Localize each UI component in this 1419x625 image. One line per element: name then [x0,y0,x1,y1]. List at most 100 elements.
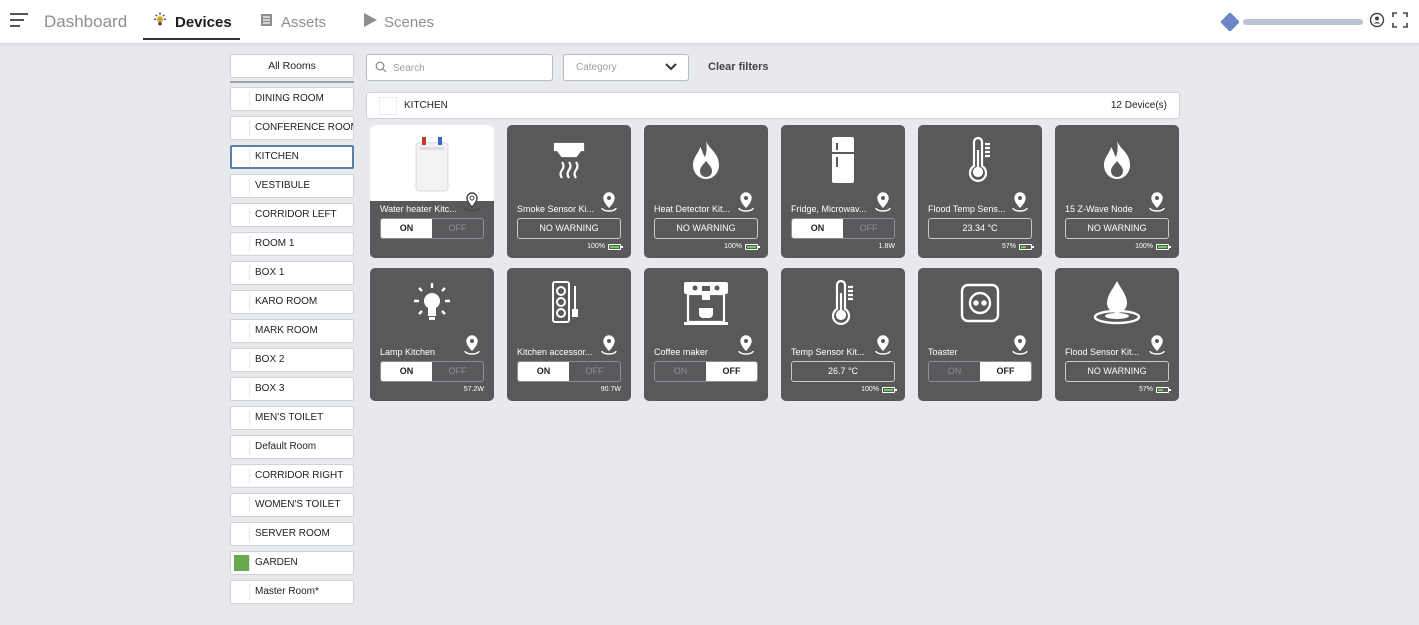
room-color-swatch [234,265,250,281]
device-meta: 57% [1002,243,1034,250]
power-toggle: ON OFF [380,218,484,239]
toggle-off-button[interactable]: OFF [569,362,620,381]
water-heater-icon [370,125,494,201]
room-item[interactable]: MEN'S TOILET [230,406,354,430]
location-pin-icon[interactable] [599,334,619,356]
hamburger-menu-icon[interactable] [10,13,28,29]
device-card[interactable]: 15 Z-Wave Node NO WARNING 100% [1055,125,1179,258]
room-item[interactable]: CORRIDOR LEFT [230,203,354,227]
toggle-on-button[interactable]: ON [929,362,980,381]
room-item[interactable]: BOX 3 [230,377,354,401]
room-header: KITCHEN 12 Device(s) [366,92,1180,119]
search-input[interactable] [393,59,543,77]
chevron-down-icon [665,63,677,71]
device-meta-value: 90.7W [600,386,621,393]
device-card[interactable]: Water heater Kitc... ON OFF [370,125,494,258]
room-color-swatch [234,236,250,252]
location-pin-icon[interactable] [462,191,482,213]
device-count: 12 Device(s) [1110,100,1167,111]
toggle-on-button[interactable]: ON [381,219,432,238]
room-item[interactable]: Default Room [230,435,354,459]
device-card[interactable]: Fridge, Microwav... ON OFF 1.8W [781,125,905,258]
room-item[interactable]: KITCHEN [230,145,354,169]
room-item-label: Default Room [255,441,317,452]
room-item[interactable]: Master Room* [230,580,354,604]
device-name: Kitchen accessor... [517,347,593,357]
user-area [1220,10,1409,34]
location-pin-icon[interactable] [1147,191,1167,213]
room-item[interactable]: CORRIDOR RIGHT [230,464,354,488]
device-meta: 1.8W [879,243,895,250]
device-card[interactable]: Heat Detector Kit... NO WARNING 100% [644,125,768,258]
account-icon[interactable] [1369,12,1385,33]
room-item[interactable]: WOMEN'S TOILET [230,493,354,517]
battery-level [884,388,893,391]
battery-level [1158,388,1163,391]
device-status: NO WARNING [1065,361,1169,382]
all-rooms-button[interactable]: All Rooms [230,54,354,78]
location-pin-icon[interactable] [736,191,756,213]
toggle-on-button[interactable]: ON [381,362,432,381]
nav-scenes[interactable]: Scenes [362,0,434,44]
room-item[interactable]: SERVER ROOM [230,522,354,546]
room-item[interactable]: BOX 1 [230,261,354,285]
room-item[interactable]: BOX 2 [230,348,354,372]
location-pin-icon[interactable] [462,334,482,356]
room-color-swatch [234,149,250,165]
user-email[interactable] [1243,19,1363,25]
device-card[interactable]: Smoke Sensor Ki... NO WARNING 100% [507,125,631,258]
location-pin-icon[interactable] [873,191,893,213]
room-item-label: CORRIDOR RIGHT [255,470,344,481]
device-meta-value: 100% [587,243,605,250]
search-icon [375,61,387,73]
clear-filters-button[interactable]: Clear filters [708,61,769,73]
toggle-on-button[interactable]: ON [792,219,843,238]
device-card[interactable]: Flood Sensor Kit... NO WARNING 57% [1055,268,1179,401]
nav-dashboard[interactable]: Dashboard [44,0,127,44]
room-color-swatch [234,294,250,310]
toggle-off-button[interactable]: OFF [432,219,483,238]
device-name: 15 Z-Wave Node [1065,204,1133,214]
search-box[interactable] [366,54,553,81]
room-item[interactable]: KARO ROOM [230,290,354,314]
device-card[interactable]: Flood Temp Sens... 23.34 °C 57% [918,125,1042,258]
room-color-swatch [234,178,250,194]
device-card[interactable]: Kitchen accessor... ON OFF 90.7W [507,268,631,401]
battery-icon [1156,386,1171,393]
room-item[interactable]: GARDEN [230,551,354,575]
user-avatar[interactable] [1220,12,1240,32]
category-select[interactable]: Category [563,54,689,81]
toggle-off-button[interactable]: OFF [980,362,1031,381]
device-card[interactable]: Coffee maker ON OFF [644,268,768,401]
location-pin-icon[interactable] [1147,334,1167,356]
device-meta: 100% [861,386,897,393]
room-color-swatch [234,497,250,513]
fullscreen-icon[interactable] [1391,11,1409,34]
location-pin-icon[interactable] [1010,334,1030,356]
toggle-off-button[interactable]: OFF [843,219,894,238]
device-card[interactable]: Toaster ON OFF [918,268,1042,401]
nav-assets[interactable]: Assets [259,0,326,44]
power-strip-icon [507,268,631,338]
room-item[interactable]: VESTIBULE [230,174,354,198]
location-pin-icon[interactable] [1010,191,1030,213]
device-card[interactable]: Temp Sensor Kit... 26.7 °C 100% [781,268,905,401]
device-card[interactable]: Lamp Kitchen ON OFF 57.2W [370,268,494,401]
room-item-label: KITCHEN [255,151,299,162]
nav-devices[interactable]: Devices [143,0,240,44]
thermometer-icon [918,125,1042,195]
room-item[interactable]: DINING ROOM [230,87,354,111]
room-color-swatch [234,91,250,107]
toggle-on-button[interactable]: ON [518,362,569,381]
flame-icon [1055,125,1179,195]
toggle-off-button[interactable]: OFF [706,362,757,381]
toggle-on-button[interactable]: ON [655,362,706,381]
location-pin-icon[interactable] [873,334,893,356]
location-pin-icon[interactable] [736,334,756,356]
room-item[interactable]: ROOM 1 [230,232,354,256]
device-meta: 100% [724,243,760,250]
location-pin-icon[interactable] [599,191,619,213]
room-item[interactable]: MARK ROOM [230,319,354,343]
toggle-off-button[interactable]: OFF [432,362,483,381]
room-item[interactable]: CONFERENCE ROOM [230,116,354,140]
